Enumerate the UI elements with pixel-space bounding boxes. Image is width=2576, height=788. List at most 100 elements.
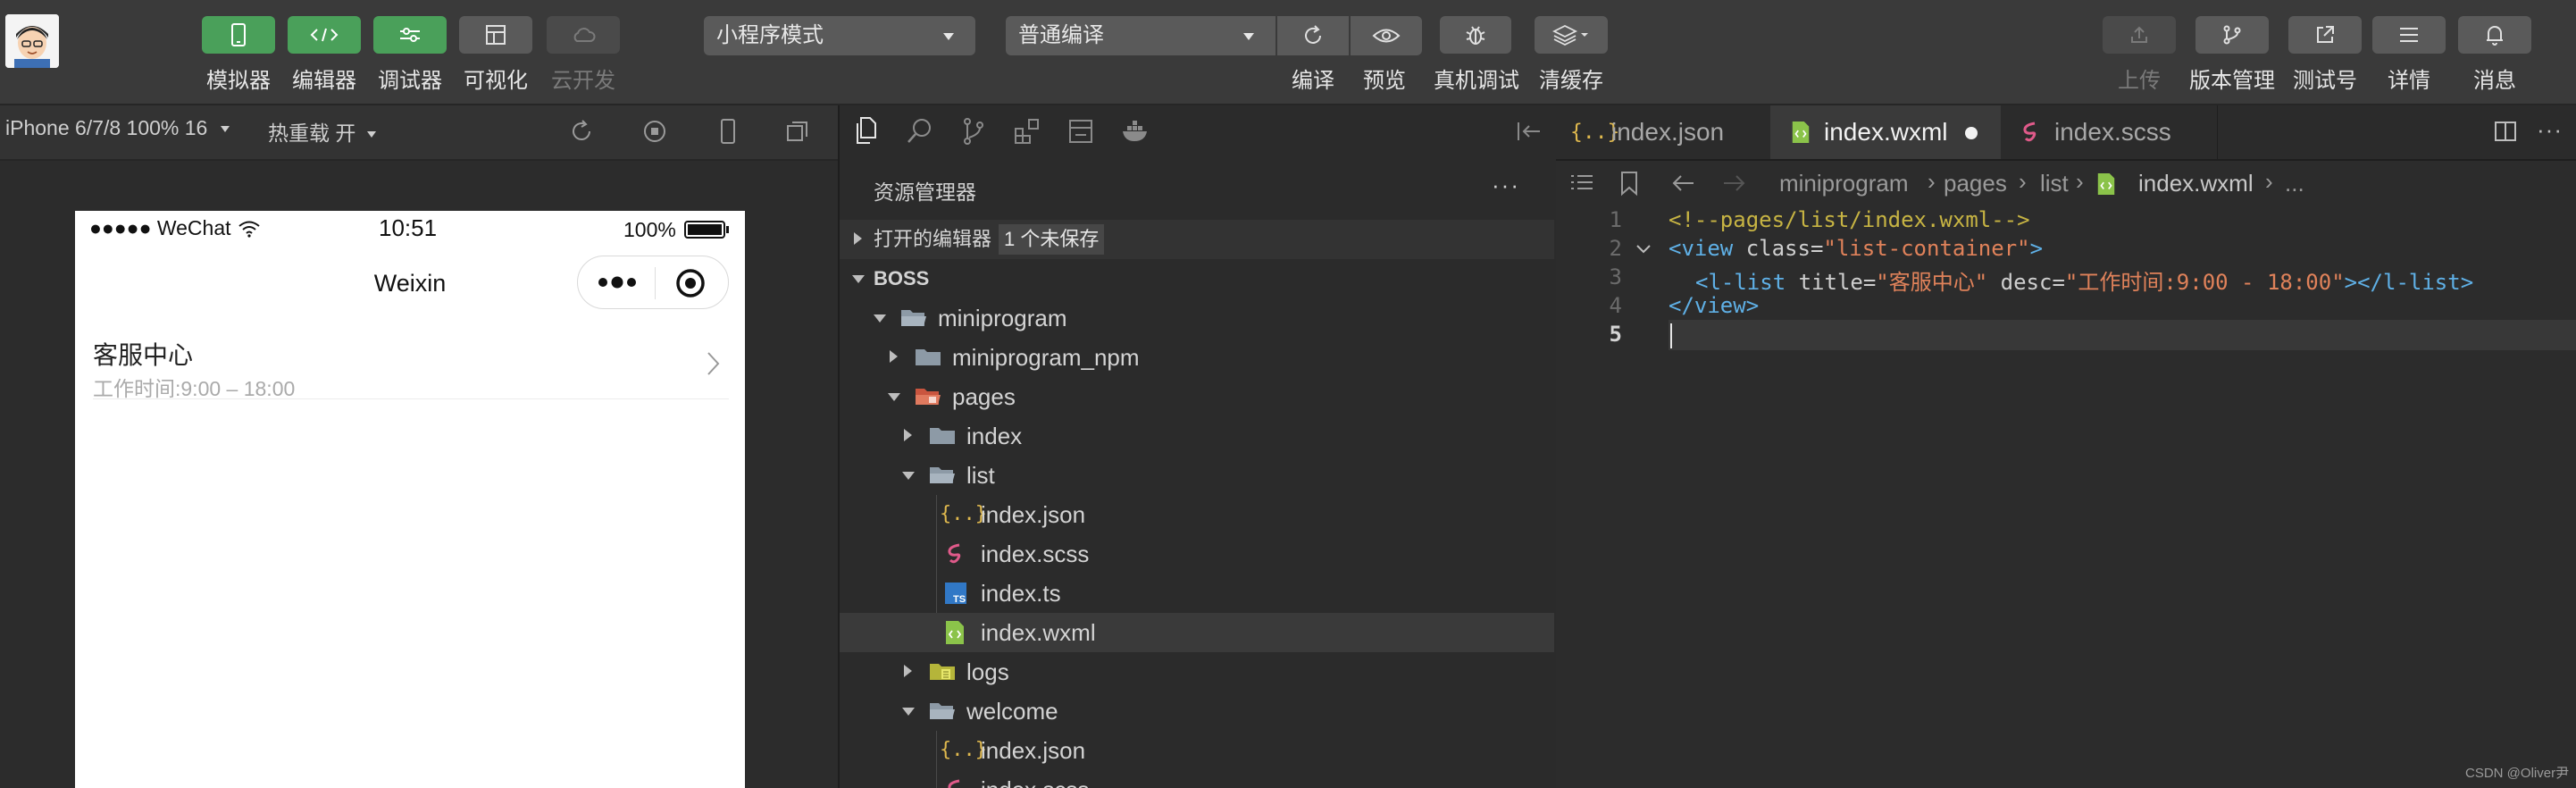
messages-label: 消息 <box>2473 69 2516 93</box>
device-select[interactable]: iPhone 6/7/8 100% 16 <box>5 116 230 140</box>
chevron-down-icon <box>366 131 376 138</box>
preview-button[interactable] <box>1351 16 1422 55</box>
external-link-icon <box>2317 26 2334 43</box>
phone-icon[interactable] <box>718 118 738 145</box>
wxml-icon <box>946 621 964 644</box>
code-editor[interactable]: 1 2 3 4 5 <!--pages/list/index.wxml--> <… <box>1556 207 2576 788</box>
back-arrow-icon[interactable] <box>1670 172 1697 195</box>
clear-cache-button[interactable] <box>1535 16 1608 54</box>
open-editors-row[interactable]: 打开的编辑器 1 个未保存 <box>840 220 1554 259</box>
storage-icon[interactable] <box>1066 116 1095 147</box>
tree-file-list-index-json[interactable]: {..} index.json <box>840 495 1554 534</box>
list-item[interactable]: 客服中心 工作时间:9:00 – 18:00 <box>93 325 729 400</box>
breadcrumb-separator: › <box>2019 168 2027 195</box>
messages-button[interactable] <box>2458 16 2531 54</box>
code-tag: ></l-list> <box>2344 270 2474 295</box>
project-row[interactable]: BOSS <box>840 259 1554 298</box>
tree-folder-miniprogram[interactable]: miniprogram <box>840 298 1554 338</box>
cloud-icon <box>573 28 596 42</box>
list-item-desc: 工作时间:9:00 – 18:00 <box>93 377 296 400</box>
tree-folder-miniprogram-npm[interactable]: miniprogram_npm <box>840 338 1554 377</box>
editor-tabs: {..} index.json index.wxml index.scss ··… <box>1556 105 2576 161</box>
code-tag: > <box>2029 236 2044 261</box>
layout-icon <box>486 25 506 45</box>
cloud-dev-button[interactable] <box>547 16 620 54</box>
line-number: 4 <box>1609 293 1622 318</box>
mode-select[interactable]: 小程序模式 <box>704 16 975 55</box>
upload-button[interactable] <box>2103 16 2176 54</box>
bell-icon <box>2487 26 2503 46</box>
search-icon[interactable] <box>906 116 934 147</box>
preview-label: 预览 <box>1363 69 1406 93</box>
folder-logs-icon <box>930 664 955 680</box>
phone-screen: ●●●●● WeChat 10:51 100% Weixin 客服中心 工作时间… <box>75 211 745 788</box>
forward-arrow-icon[interactable] <box>1720 172 1747 195</box>
tree-label: index.ts <box>981 580 1061 607</box>
breadcrumb-item[interactable]: pages <box>1944 170 2007 197</box>
unsaved-dot-icon[interactable] <box>1965 127 1978 139</box>
breadcrumb-item[interactable]: miniprogram <box>1779 170 1909 197</box>
window-icon[interactable] <box>784 118 811 145</box>
split-editor-icon[interactable] <box>2492 118 2519 145</box>
breadcrumb-separator: › <box>2265 168 2273 195</box>
debugger-button[interactable] <box>373 16 447 54</box>
tab-index-json[interactable]: {..} index.json <box>1556 105 1770 159</box>
collapse-panel-icon[interactable] <box>1515 118 1543 145</box>
tree-file-list-index-scss[interactable]: index.scss <box>840 534 1554 574</box>
tree-folder-welcome[interactable]: welcome <box>840 692 1554 731</box>
test-account-button[interactable] <box>2288 16 2362 54</box>
extensions-icon[interactable] <box>1013 116 1043 147</box>
bookmark-icon[interactable] <box>1618 170 1640 197</box>
hot-reload-toggle[interactable]: 热重载 开 <box>268 116 376 147</box>
explorer-more-button[interactable]: ··· <box>1492 172 1520 199</box>
close-miniprogram-icon[interactable] <box>674 267 707 299</box>
tab-label: index.scss <box>2054 118 2171 146</box>
breadcrumb-item[interactable]: index.wxml <box>2138 170 2254 197</box>
compile-select[interactable]: 普通编译 <box>1006 16 1275 55</box>
more-dots-icon[interactable] <box>594 272 644 292</box>
tree-folder-pages[interactable]: pages <box>840 377 1554 416</box>
rotate-icon[interactable] <box>568 118 595 145</box>
project-label: BOSS <box>874 267 930 289</box>
tree-file-welcome-index-json[interactable]: {..} index.json <box>840 731 1554 770</box>
tree-label: index <box>966 423 1023 449</box>
code-line-4: </view> <box>1669 293 1759 318</box>
tree-file-list-index-ts[interactable]: TS index.ts <box>840 574 1554 613</box>
editor-button[interactable] <box>288 16 361 54</box>
files-icon[interactable] <box>852 116 881 147</box>
layers-icon <box>1552 24 1588 46</box>
status-carrier: ●●●●● WeChat <box>89 216 231 239</box>
capsule-button[interactable] <box>577 256 729 309</box>
folder-icon <box>916 349 941 365</box>
tree-folder-list[interactable]: list <box>840 456 1554 495</box>
tree-label: index.json <box>981 501 1086 528</box>
outline-icon[interactable] <box>1568 172 1595 197</box>
compile-select-value: 普通编译 <box>1018 23 1104 47</box>
breadcrumb-item[interactable]: ... <box>2285 170 2304 197</box>
tree-file-list-index-wxml[interactable]: index.wxml <box>840 613 1554 652</box>
fold-chevron-icon[interactable] <box>1635 243 1652 256</box>
tree-folder-index[interactable]: index <box>840 416 1554 456</box>
tab-index-wxml[interactable]: index.wxml <box>1770 105 2001 159</box>
version-button[interactable] <box>2195 16 2269 54</box>
tree-file-welcome-index-scss[interactable]: index.scss <box>840 770 1554 788</box>
chevron-down-icon <box>888 393 900 401</box>
docker-icon[interactable] <box>1120 116 1152 147</box>
stop-icon[interactable] <box>641 118 668 145</box>
simulator-button[interactable] <box>202 16 275 54</box>
breadcrumb-item[interactable]: list <box>2040 170 2069 197</box>
avatar[interactable] <box>5 14 59 68</box>
editor-more-icon[interactable]: ··· <box>2537 116 2563 144</box>
source-control-icon[interactable] <box>959 116 988 147</box>
line-number: 5 <box>1609 322 1622 347</box>
code-string: "客服中心" <box>1876 270 1988 295</box>
details-button[interactable] <box>2372 16 2446 54</box>
chevron-down-icon <box>902 708 915 716</box>
visual-button[interactable] <box>459 16 532 54</box>
chevron-right-icon <box>854 232 862 245</box>
tree-folder-logs[interactable]: logs <box>840 652 1554 692</box>
remote-debug-button[interactable] <box>1440 16 1511 54</box>
tab-index-scss[interactable]: index.scss <box>2001 105 2218 159</box>
compile-button[interactable] <box>1277 16 1349 55</box>
eye-icon <box>1372 29 1401 43</box>
